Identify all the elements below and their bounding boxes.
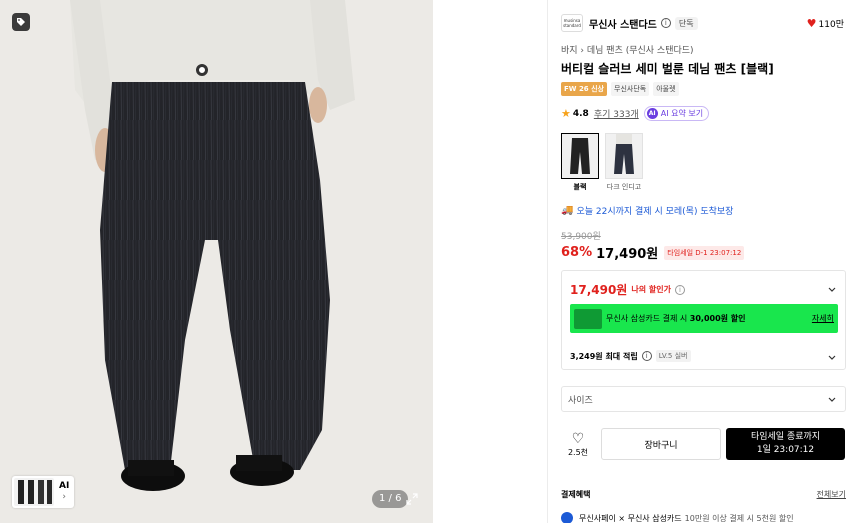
payment-benefits-header: 결제혜택 전체보기 [561, 489, 846, 500]
review-link[interactable]: 후기 333개 [594, 107, 639, 120]
new-season-badge: FW 26 신상 [561, 82, 607, 96]
heart-icon: ♥ [806, 16, 817, 30]
benefit-sub: 10만원 이상 결제 시 5천원 할인 [684, 513, 794, 523]
buy-button-line2: 1일 23:07:12 [756, 445, 815, 455]
outlet-badge: 아울렛 [653, 82, 679, 96]
color-thumbnail [561, 133, 599, 179]
benefits-title: 결제혜택 [561, 490, 591, 499]
card-detail-link[interactable]: 자세히 [812, 313, 834, 324]
like-button[interactable]: ♥ 110만 [807, 17, 844, 30]
sale-price: 17,490원 [596, 247, 659, 262]
delivery-text: 오늘 22시까지 결제 시 모레(목) 도착보장 [576, 207, 734, 217]
color-label: 다크 인디고 [606, 183, 642, 191]
card-discount-text: 무신사 삼성카드 결제 시 30,000원 할인 [606, 314, 746, 323]
product-image-gallery[interactable]: AI › 1 / 6 [0, 0, 433, 523]
size-placeholder: 사이즈 [568, 395, 593, 406]
color-label: 블랙 [573, 183, 587, 191]
product-info-panel: musinsa standard 무신사 스탠다드 i 단독 ♥ 110만 바지… [547, 0, 850, 523]
color-option-dark-indigo[interactable]: 다크 인디고 [605, 133, 643, 192]
my-price-label: 나의 할인가 [631, 285, 671, 294]
chevron-down-icon[interactable] [827, 285, 837, 295]
exclusive-store-badge: 무신사단독 [611, 82, 650, 96]
rating-row: ★ 4.8 후기 333개 AI AI 요약 보기 [561, 106, 710, 121]
tag-icon[interactable] [12, 13, 30, 31]
discount-rate: 68% [561, 245, 593, 260]
expand-icon[interactable] [403, 490, 421, 508]
info-icon[interactable]: i [641, 351, 652, 361]
ai-icon: AI [646, 108, 658, 119]
truck-icon: 🚚 [561, 205, 574, 216]
benefit-main: 무신사페이 × 무신사 삼성카드 [579, 513, 682, 523]
size-select[interactable]: 사이즈 [561, 386, 846, 412]
product-photo [0, 0, 433, 523]
thumbnail-image [14, 478, 54, 506]
timesale-tag: 타임세일 D-1 23:07:12 [664, 245, 745, 260]
wishlist-count: 2.5천 [567, 447, 589, 457]
product-hotspot-dot[interactable] [196, 64, 208, 76]
product-page: AI › 1 / 6 musinsa standard 무신사 스탠다드 i 단… [0, 0, 850, 523]
color-option-black[interactable]: 블랙 [561, 133, 599, 192]
heart-outline-icon: ♡ [571, 430, 585, 447]
ai-thumbnail-button[interactable]: AI › [12, 476, 74, 508]
buy-button-line1: 타임세일 종료까지 [750, 432, 821, 442]
price-row: 68% 17,490원 타임세일 D-1 23:07:12 [561, 243, 745, 262]
product-badges: FW 26 신상 무신사단독 아울렛 [561, 82, 679, 96]
card-icon [574, 308, 602, 329]
exclusive-badge: 단독 [674, 16, 698, 30]
info-icon[interactable]: i [660, 18, 671, 28]
add-to-cart-button[interactable]: 장바구니 [601, 428, 721, 460]
points-row[interactable]: 3,249원 최대 적립 i LV.5 실버 [570, 350, 691, 362]
chevron-down-icon[interactable] [827, 353, 837, 363]
color-thumbnail [605, 133, 643, 179]
ai-summary-label: AI 요약 보기 [660, 109, 704, 118]
thumbnail-ai-label: AI › [59, 481, 70, 502]
brand-logo[interactable]: musinsa standard [561, 14, 583, 32]
pay-logo-icon [561, 512, 573, 523]
star-icon: ★ [561, 107, 571, 120]
delivery-guarantee: 🚚 오늘 22시까지 결제 시 모레(목) 도착보장 [561, 204, 733, 217]
my-price-row[interactable]: 17,490원 나의 할인가 i [570, 281, 685, 298]
like-count: 110만 [818, 19, 844, 30]
view-all-link[interactable]: 전체보기 [817, 489, 846, 500]
purchase-actions: ♡ 2.5천 장바구니 타임세일 종료까지 1일 23:07:12 [561, 428, 845, 460]
benefit-item: 무신사페이 × 무신사 삼성카드 10만원 이상 결제 시 5천원 할인 [561, 512, 794, 523]
wishlist-button[interactable]: ♡ 2.5천 [561, 431, 595, 458]
points-text: 3,249원 최대 적립 [570, 351, 638, 361]
chevron-down-icon [828, 397, 836, 402]
info-icon[interactable]: i [674, 284, 685, 295]
brand-row: musinsa standard 무신사 스탠다드 i 단독 ♥ 110만 [561, 13, 844, 33]
brand-name[interactable]: 무신사 스탠다드 [589, 16, 657, 31]
original-price: 53,900원 [561, 232, 601, 242]
price-benefit-card: 17,490원 나의 할인가 i 무신사 삼성카드 결제 시 30,000원 할… [561, 270, 846, 370]
ai-summary-button[interactable]: AI AI 요약 보기 [643, 106, 710, 121]
breadcrumb[interactable]: 바지 › 데님 팬츠 (무신사 스탠다드) [561, 43, 694, 56]
rating-score: 4.8 [572, 108, 589, 119]
product-title: 버티컬 슬러브 세미 벌룬 데님 팬츠 [블랙] [561, 62, 774, 76]
level-badge: LV.5 실버 [655, 350, 691, 362]
card-discount-banner[interactable]: 무신사 삼성카드 결제 시 30,000원 할인 자세히 [570, 304, 838, 333]
color-options: 블랙 다크 인디고 [561, 133, 643, 192]
buy-button[interactable]: 타임세일 종료까지 1일 23:07:12 [726, 428, 845, 460]
my-price-value: 17,490원 [570, 283, 628, 297]
